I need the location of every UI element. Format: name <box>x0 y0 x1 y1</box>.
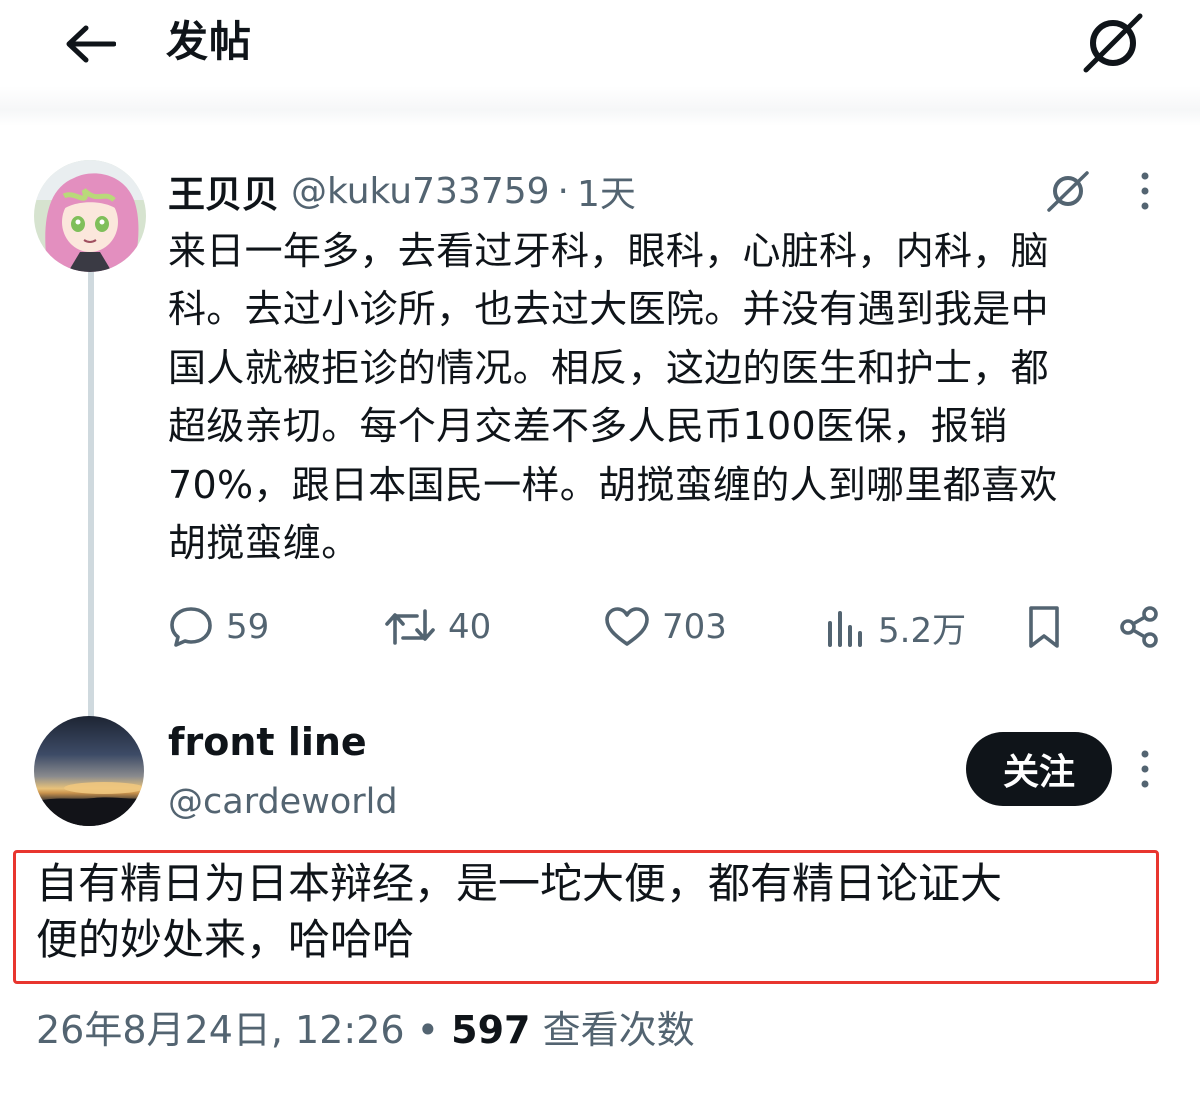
post-text-line: 胡搅蛮缠。 <box>168 521 360 566</box>
sunset-avatar-image <box>34 782 144 826</box>
back-button[interactable] <box>58 12 122 76</box>
separator-dot: · <box>557 170 569 212</box>
reply-button[interactable]: 59 <box>168 600 269 654</box>
more-vertical-icon <box>1141 172 1149 210</box>
author-handle[interactable]: @kuku733759 <box>291 171 550 212</box>
header-divider <box>0 86 1200 126</box>
grok-slash-icon <box>1083 13 1143 73</box>
more-options-button[interactable] <box>1128 166 1162 216</box>
reply-text-line: 便的妙处来，哈哈哈 <box>36 915 415 964</box>
repost-button[interactable]: 40 <box>384 600 491 654</box>
comment-icon <box>170 607 212 647</box>
reply-count: 59 <box>226 607 270 647</box>
thread-connector <box>88 268 94 720</box>
heart-icon <box>605 607 649 646</box>
more-vertical-icon <box>1141 750 1149 788</box>
post-text-line: 国人就被拒诊的情况。相反，这边的医生和护士，都 <box>168 345 1049 390</box>
page-title: 发帖 <box>166 17 253 66</box>
reply-views-label: 查看次数 <box>542 1008 695 1052</box>
reply-text: 自有精日为日本辩经，是一坨大便，都有精日论证大 便的妙处来，哈哈哈 <box>36 856 1146 968</box>
like-button[interactable]: 703 <box>604 600 727 654</box>
post-text-line: 科。去过小诊所，也去过大医院。并没有遇到我是中 <box>168 287 1049 332</box>
grok-button[interactable] <box>1074 8 1152 78</box>
reply-views-count: 597 <box>451 1008 531 1052</box>
reply-meta: 26年8月24日, 12:26 • 597 查看次数 <box>36 1004 695 1056</box>
reply-more-options-button[interactable] <box>1128 744 1162 794</box>
post-text-line: 70%，跟日本国民一样。胡搅蛮缠的人到哪里都喜欢 <box>168 462 1058 507</box>
avatar[interactable] <box>34 716 144 826</box>
grok-explain-button[interactable] <box>1040 166 1096 216</box>
post-header: 王贝贝 @kuku733759 · 1天 <box>168 164 636 218</box>
share-icon <box>1120 606 1158 648</box>
repost-count: 40 <box>448 607 492 647</box>
post-text-line: 来日一年多，去看过牙科，眼科，心脏科，内科，脑 <box>168 229 1049 273</box>
repost-icon <box>385 609 435 645</box>
author-name[interactable]: 王贝贝 <box>168 164 279 218</box>
share-button[interactable] <box>1116 600 1162 654</box>
reply-author-name[interactable]: front line <box>168 716 367 768</box>
views-button[interactable]: 5.2万 <box>824 600 966 654</box>
views-count: 5.2万 <box>878 610 967 651</box>
follow-button[interactable]: 关注 <box>966 732 1112 806</box>
reply-author-handle[interactable]: @cardeworld <box>168 776 398 828</box>
bar-chart-icon <box>828 611 862 647</box>
post-actions-bar: 59 40 703 5.2万 <box>166 600 1166 654</box>
bookmark-icon <box>1029 606 1059 648</box>
reply-timestamp[interactable]: 26年8月24日, 12:26 <box>36 1008 405 1052</box>
arrow-left-icon <box>66 25 116 63</box>
anime-avatar-image <box>34 160 146 272</box>
reply-text-line: 自有精日为日本辩经，是一坨大便，都有精日论证大 <box>36 859 1003 908</box>
meta-separator: • <box>416 1008 440 1052</box>
post-text: 来日一年多，去看过牙科，眼科，心脏科，内科，脑 科。去过小诊所，也去过大医院。并… <box>168 222 1168 572</box>
avatar[interactable] <box>34 160 146 272</box>
post-time[interactable]: 1天 <box>577 165 636 217</box>
like-count: 703 <box>662 607 727 647</box>
grok-slash-icon <box>1047 171 1089 212</box>
top-app-bar: 发帖 <box>0 0 1200 100</box>
post-text-line: 超级亲切。每个月交差不多人民币100医保，报销 <box>168 404 1008 449</box>
bookmark-button[interactable] <box>1024 600 1064 654</box>
